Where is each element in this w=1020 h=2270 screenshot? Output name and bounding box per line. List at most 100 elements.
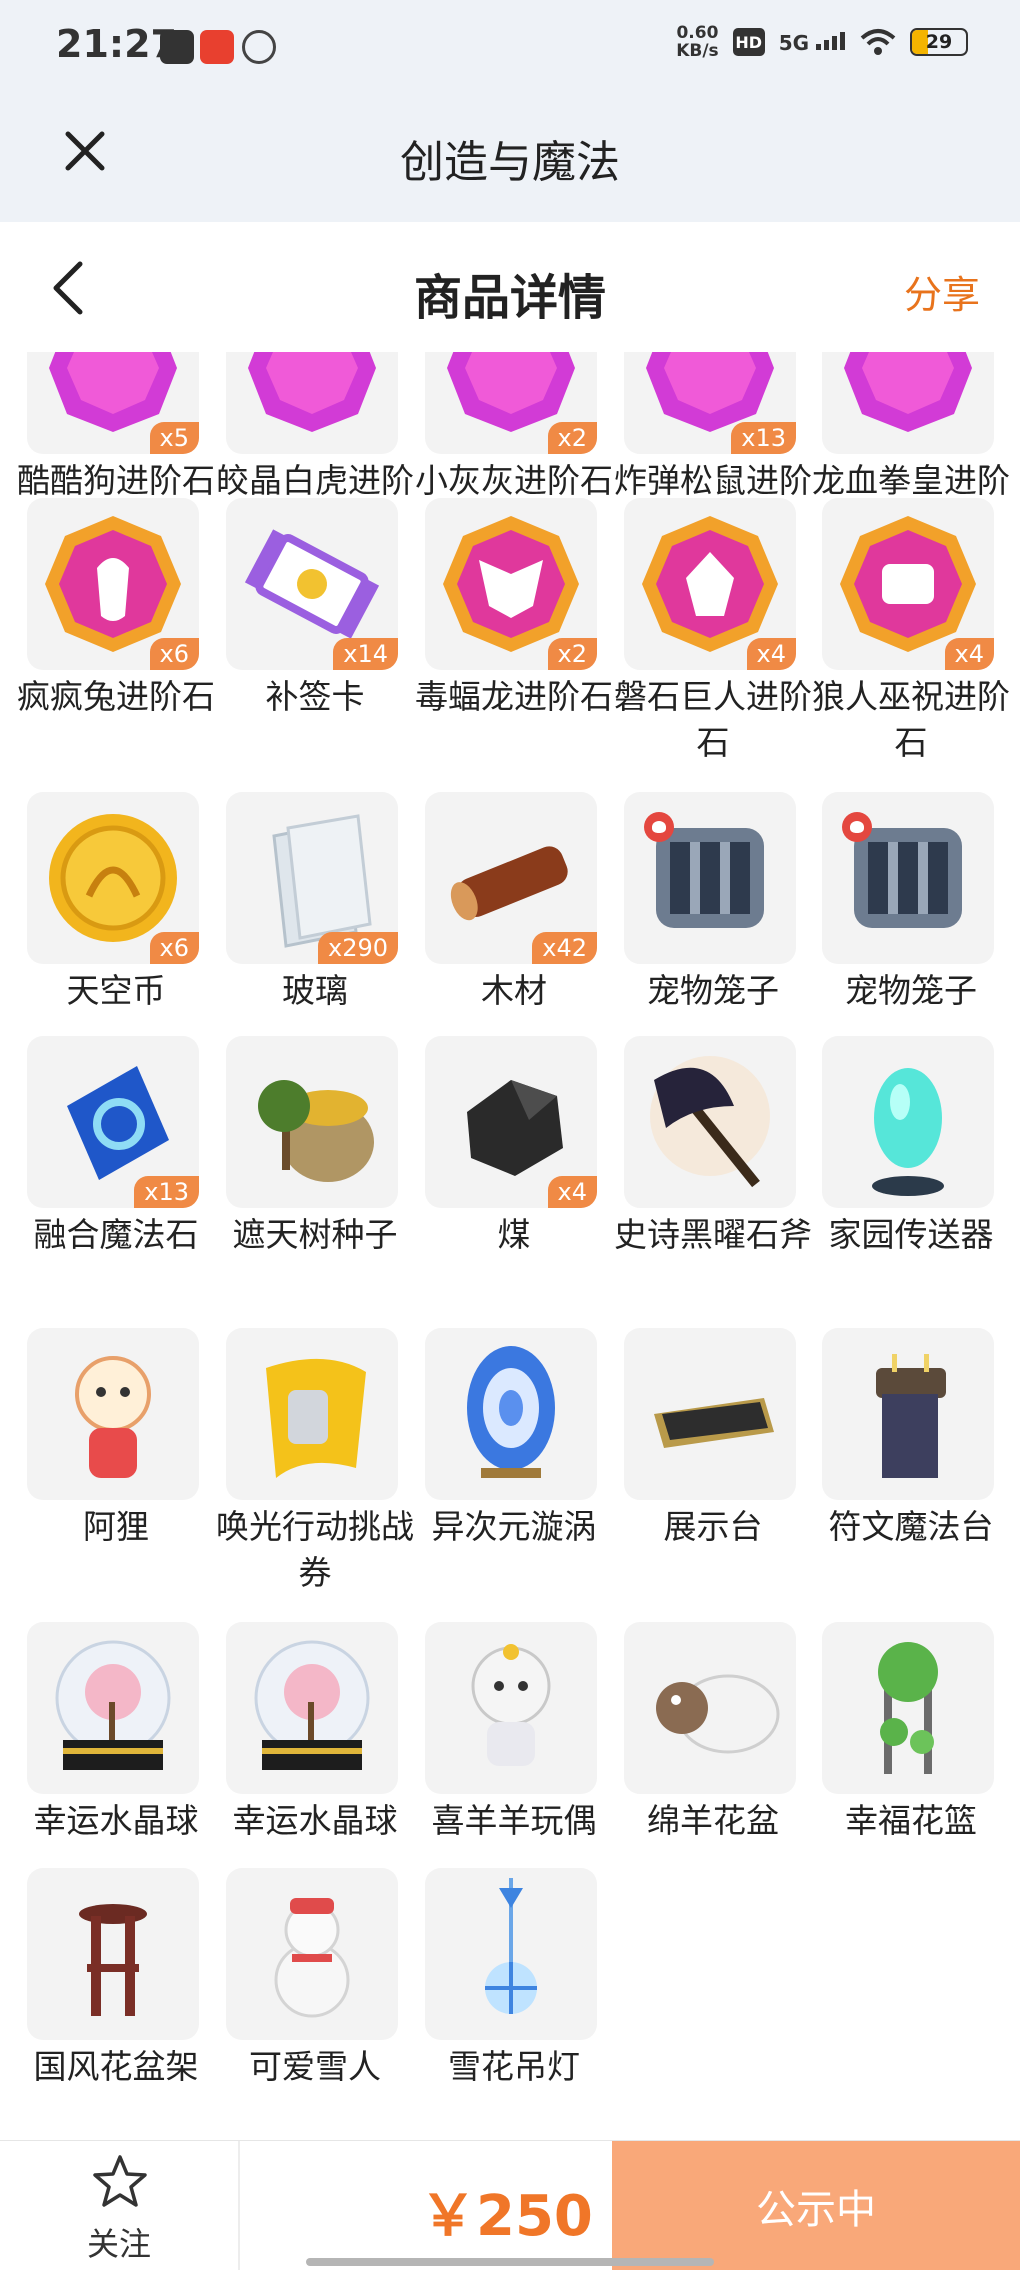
item-name: 遮天树种子 xyxy=(232,1215,398,1254)
item-thumbnail xyxy=(624,792,796,964)
item-thumbnail: x290 xyxy=(226,792,398,964)
signal-bars-icon xyxy=(816,32,845,50)
item-quantity: x42 xyxy=(532,932,597,964)
app-header: 创造与魔法 xyxy=(0,90,1020,222)
item-thumbnail xyxy=(425,1622,597,1794)
battery-level: 29 xyxy=(925,31,953,53)
item-name: 天空币 xyxy=(66,971,166,1010)
item-thumbnail xyxy=(226,1622,398,1794)
item-name: 国风花盆架 xyxy=(33,2047,199,2086)
hd-icon: HD xyxy=(732,28,765,56)
item-name: 雪花吊灯 xyxy=(448,2047,580,2086)
item-thumbnail: x4 xyxy=(822,498,994,670)
item-thumbnail xyxy=(624,1036,796,1208)
item-thumbnail: x13 xyxy=(27,1036,199,1208)
item-quantity: x13 xyxy=(731,422,796,454)
item-thumbnail xyxy=(822,1328,994,1500)
item-name: 喜羊羊玩偶 xyxy=(431,1801,597,1840)
item-name: 玻璃 xyxy=(282,971,348,1010)
star-icon xyxy=(93,2155,147,2207)
snowman-icon xyxy=(274,1898,350,2018)
sheep-doll-icon xyxy=(471,1644,551,1766)
item-thumbnail xyxy=(425,1328,597,1500)
item-name: 宠物笼子 xyxy=(845,971,977,1010)
flower-basket-icon xyxy=(878,1642,938,1774)
item-thumbnail xyxy=(822,1622,994,1794)
item-thumbnail: x14 xyxy=(226,498,398,670)
item-grid: x5酷酷狗进阶石皎晶白虎进阶石x2小灰灰进阶石x13炸弹松鼠进阶石龙血拳皇进阶石… xyxy=(0,352,1020,2104)
item-name: 融合魔法石 xyxy=(33,1215,199,1254)
item-thumbnail: x6 xyxy=(27,498,199,670)
paw-badge-icon xyxy=(842,812,872,842)
item-thumbnail: x2 xyxy=(425,498,597,670)
item-thumbnail xyxy=(226,1036,398,1208)
item-thumbnail xyxy=(27,1622,199,1794)
item-quantity: x14 xyxy=(333,638,398,670)
item-quantity: x2 xyxy=(547,422,597,454)
gem-purple-icon xyxy=(844,352,972,432)
follow-label: 关注 xyxy=(86,2225,151,2263)
item-thumbnail xyxy=(624,1622,796,1794)
signal-icon: 5G xyxy=(778,31,846,55)
status-button[interactable]: 公示中 xyxy=(612,2141,1020,2270)
gem-purple-icon xyxy=(248,352,376,432)
battery-icon: 29 xyxy=(910,28,968,56)
follow-button[interactable]: 关注 xyxy=(0,2141,240,2270)
item-name: 符文魔法台 xyxy=(828,1507,994,1546)
item-quantity: x4 xyxy=(944,638,994,670)
item-name: 幸福花篮 xyxy=(845,1801,977,1840)
share-button[interactable]: 分享 xyxy=(904,264,980,319)
item-thumbnail: x6 xyxy=(27,792,199,964)
item-name: 狼人巫祝进阶石 xyxy=(812,677,1010,762)
item-quantity: x290 xyxy=(317,932,398,964)
flower-stand-icon xyxy=(79,1904,147,2016)
snowflake-lamp-icon xyxy=(485,1878,537,2014)
item-name: 阿狸 xyxy=(83,1507,149,1546)
status-time: 21:27 xyxy=(56,22,177,66)
item-name: 补签卡 xyxy=(265,677,365,716)
home-indicator[interactable] xyxy=(306,2258,714,2266)
item-thumbnail: x13 xyxy=(624,352,796,454)
status-indicators: 0.60 KB/s HD 5G 29 xyxy=(676,24,968,60)
page-title: 商品详情 xyxy=(413,270,606,326)
item-name: 幸运水晶球 xyxy=(232,1801,398,1840)
signal-label: 5G xyxy=(778,31,810,55)
item-name: 幸运水晶球 xyxy=(33,1801,199,1840)
net-speed-unit: KB/s xyxy=(676,41,719,61)
app-title: 创造与魔法 xyxy=(400,137,620,188)
item-name: 宠物笼子 xyxy=(647,971,779,1010)
crystal-ball-icon xyxy=(254,1640,370,1770)
seed-bag-icon xyxy=(258,1080,374,1182)
app-icon-3 xyxy=(242,30,276,64)
item-thumbnail xyxy=(822,1036,994,1208)
app-icon-1 xyxy=(160,30,194,64)
item-quantity: x4 xyxy=(746,638,796,670)
detail-header: 商品详情 分享 xyxy=(0,222,1020,352)
vortex-icon xyxy=(467,1346,555,1478)
item-thumbnail xyxy=(822,352,994,454)
item-thumbnail: x42 xyxy=(425,792,597,964)
teleporter-icon xyxy=(872,1068,944,1196)
item-name: 唤光行动挑战券 xyxy=(216,1507,414,1592)
display-stand-icon xyxy=(654,1398,774,1448)
item-thumbnail xyxy=(226,352,398,454)
item-name: 磐石巨人进阶石 xyxy=(614,677,812,762)
item-name: 展示台 xyxy=(663,1507,763,1546)
app-icon-2 xyxy=(200,30,234,64)
item-name: 家园传送器 xyxy=(828,1215,994,1254)
item-thumbnail: x2 xyxy=(425,352,597,454)
net-speed-value: 0.60 xyxy=(676,23,719,43)
crystal-ball-icon xyxy=(55,1640,171,1770)
ali-icon xyxy=(75,1356,151,1478)
item-quantity: x6 xyxy=(149,932,199,964)
item-quantity: x2 xyxy=(547,638,597,670)
item-name: 可爱雪人 xyxy=(249,2047,381,2086)
item-thumbnail xyxy=(226,1328,398,1500)
item-quantity: x6 xyxy=(149,638,199,670)
rune-table-icon xyxy=(876,1354,946,1478)
item-name: 史诗黑曜石斧 xyxy=(614,1215,812,1254)
status-bar: 21:27 0.60 KB/s HD 5G 29 xyxy=(0,0,1020,90)
item-thumbnail xyxy=(822,792,994,964)
item-name: 异次元漩涡 xyxy=(431,1507,597,1546)
bottom-bar: 关注 ￥250 公示中 xyxy=(0,2140,1020,2270)
